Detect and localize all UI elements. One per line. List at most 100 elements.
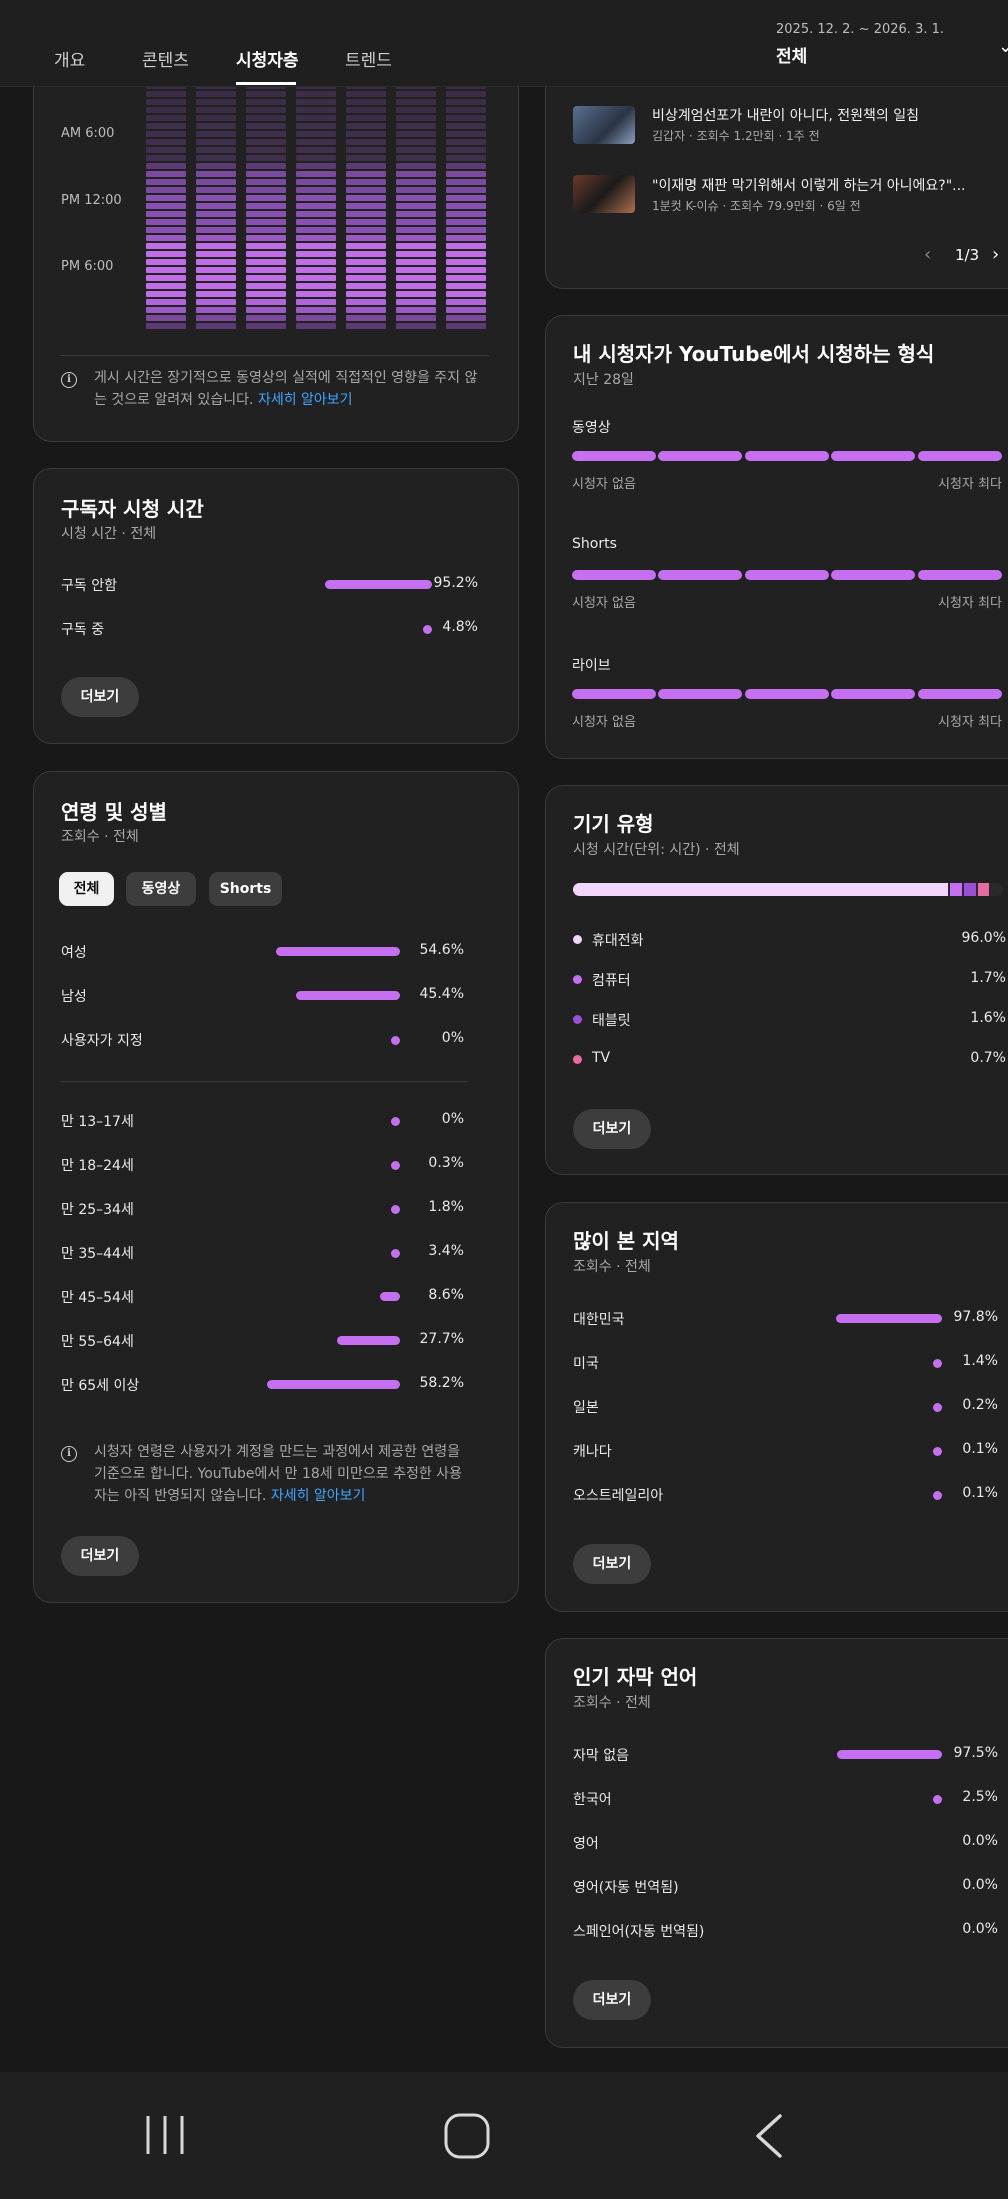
heatmap-cell — [446, 219, 486, 225]
tab-content[interactable]: 콘텐츠 — [142, 46, 189, 71]
device-bar-segment — [978, 883, 989, 896]
heatmap-cell — [346, 179, 386, 185]
heatmap-cell — [346, 251, 386, 257]
period-selector[interactable]: 전체 — [776, 42, 807, 67]
device-value: 1.7% — [970, 970, 1006, 986]
heatmap-cell — [246, 219, 286, 225]
more-button[interactable]: 더보기 — [573, 1980, 651, 2020]
row-value: 0.0% — [962, 1921, 998, 1937]
tab-overview[interactable]: 개요 — [54, 46, 85, 71]
row-value: 54.6% — [419, 942, 464, 958]
tab-trends[interactable]: 트렌드 — [345, 46, 392, 71]
heatmap-cell — [196, 203, 236, 209]
publish-time-note: 게시 시간은 장기적으로 동영상의 실적에 직접적인 영향을 주지 않 는 것으… — [94, 367, 494, 411]
format-bar-segment — [917, 570, 1002, 580]
heatmap-cell — [346, 107, 386, 113]
heatmap-cell — [196, 115, 236, 121]
watch-time-heatmap-card: AM 6:00 PM 12:00 PM 6:00 i 게시 시간은 장기적으로 … — [33, 40, 519, 442]
heatmap-cell — [196, 187, 236, 193]
heatmap-cell — [246, 315, 286, 321]
heatmap-cell — [346, 243, 386, 249]
heatmap-cell — [246, 291, 286, 297]
row-value: 58.2% — [419, 1375, 464, 1391]
filter-shorts[interactable]: Shorts — [209, 872, 282, 906]
next-page-icon[interactable]: › — [992, 244, 999, 265]
tab-audience[interactable]: 시청자층 — [236, 46, 299, 71]
heatmap-cell — [296, 259, 336, 265]
device-bar-segment — [950, 883, 962, 896]
more-button[interactable]: 더보기 — [61, 677, 139, 717]
more-button[interactable]: 더보기 — [61, 1536, 139, 1576]
heatmap-column — [346, 83, 386, 331]
chevron-down-icon[interactable]: ⌄ — [998, 36, 1008, 57]
video-meta: 김갑자 · 조회수 1.2만회 · 1주 전 — [652, 129, 820, 143]
heatmap-cell — [196, 91, 236, 97]
heatmap-cell — [146, 115, 186, 121]
format-max-label: 시청자 최다 — [938, 596, 1002, 611]
pager-label: 1/3 — [955, 246, 980, 264]
format-bar — [572, 689, 1004, 699]
home-icon[interactable] — [443, 2112, 491, 2160]
video-title[interactable]: 비상계엄선포가 내란이 아니다, 전원책의 일침 — [652, 105, 919, 125]
heatmap-cell — [346, 323, 386, 329]
row-label: 구독 중 — [61, 622, 105, 638]
heatmap-cell — [146, 299, 186, 305]
device-label: 휴대전화 — [592, 933, 644, 949]
video-thumbnail[interactable] — [573, 175, 635, 213]
learn-more-link[interactable]: 자세히 알아보기 — [258, 392, 353, 408]
heatmap-cell — [146, 107, 186, 113]
filter-videos[interactable]: 동영상 — [126, 872, 196, 906]
heatmap-cell — [296, 283, 336, 289]
recent-apps-icon[interactable] — [140, 2112, 190, 2158]
more-button[interactable]: 더보기 — [573, 1109, 651, 1149]
heatmap-cell — [246, 235, 286, 241]
heatmap-cell — [296, 219, 336, 225]
heatmap-cell — [246, 203, 286, 209]
percentage-bar — [836, 1314, 942, 1323]
heatmap-cell — [346, 275, 386, 281]
heatmap-cell — [446, 315, 486, 321]
device-label: 태블릿 — [592, 1013, 631, 1029]
device-legend-dot — [573, 935, 582, 944]
heatmap-cell — [346, 315, 386, 321]
card-subtitle: 조회수 · 전체 — [573, 1695, 651, 1711]
heatmap-cell — [146, 275, 186, 281]
heatmap-cell — [246, 147, 286, 153]
learn-more-link[interactable]: 자세히 알아보기 — [271, 1488, 366, 1504]
card-subtitle: 시청 시간(단위: 시간) · 전체 — [573, 842, 740, 858]
device-value: 0.7% — [970, 1050, 1006, 1066]
heatmap-column — [446, 83, 486, 331]
heatmap-cell — [396, 155, 436, 161]
heatmap-cell — [346, 291, 386, 297]
heatmap-cell — [196, 315, 236, 321]
time-label-am6: AM 6:00 — [61, 126, 115, 141]
heatmap-cell — [146, 315, 186, 321]
video-thumbnail[interactable] — [573, 106, 635, 144]
previous-page-icon[interactable]: ‹ — [924, 244, 931, 265]
heatmap-cell — [396, 243, 436, 249]
percentage-dot — [391, 1161, 400, 1170]
format-bar-segment — [917, 451, 1002, 461]
percentage-dot — [933, 1359, 942, 1368]
heatmap-cell — [396, 315, 436, 321]
back-icon[interactable] — [752, 2112, 786, 2160]
heatmap-cell — [246, 131, 286, 137]
heatmap-cell — [146, 187, 186, 193]
heatmap-cell — [396, 227, 436, 233]
device-type-card: 기기 유형 시청 시간(단위: 시간) · 전체 휴대전화 96.0% 컴퓨터 1.7… — [545, 785, 1008, 1175]
video-meta: 1분컷 K-이슈 · 조회수 79.9만회 · 6일 전 — [652, 199, 861, 213]
heatmap-cell — [446, 99, 486, 105]
more-button[interactable]: 더보기 — [573, 1544, 651, 1584]
heatmap-cell — [296, 235, 336, 241]
format-bar-segment — [658, 570, 743, 580]
filter-all[interactable]: 전체 — [59, 872, 114, 906]
heatmap-cell — [146, 139, 186, 145]
heatmap-cell — [146, 195, 186, 201]
card-title: 구독자 시청 시간 — [61, 497, 204, 521]
format-bar-segment — [658, 451, 743, 461]
note-line: 자는 아직 반영되지 않습니다. — [94, 1488, 267, 1504]
heatmap-cell — [296, 179, 336, 185]
heatmap-cell — [296, 187, 336, 193]
video-title[interactable]: "이재명 재판 막기위해서 이렇게 하는거 아니에요?"... — [652, 175, 966, 195]
heatmap-cell — [346, 283, 386, 289]
